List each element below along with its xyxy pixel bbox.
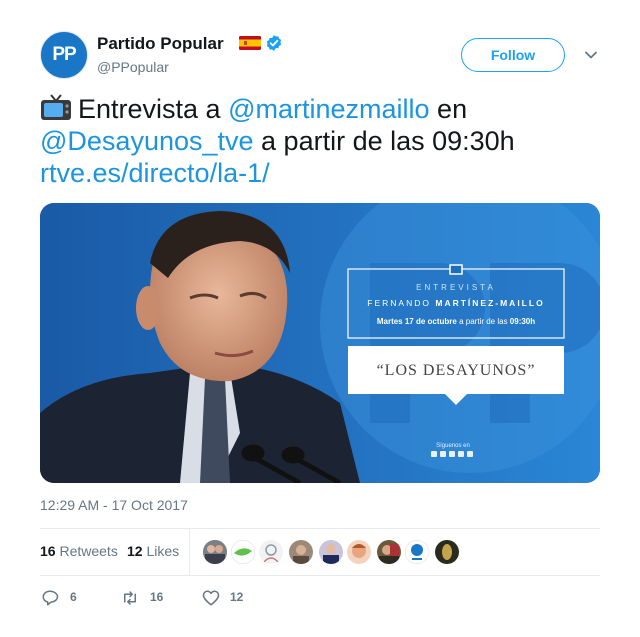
drawing-avatar-icon (259, 540, 283, 564)
media-date-rest: a partir de las (457, 317, 510, 326)
reply-icon[interactable] (41, 589, 59, 607)
liker-avatar[interactable] (319, 540, 343, 564)
likes-count: 12 (127, 543, 143, 559)
media-show-title: “LOS DESAYUNOS” (377, 362, 536, 379)
tv-emoji-icon (41, 94, 71, 120)
liker-avatar[interactable] (377, 540, 401, 564)
user-avatar-icon (435, 540, 459, 564)
divider (40, 528, 600, 529)
liker-avatar[interactable] (259, 540, 283, 564)
user-avatar-icon (203, 540, 227, 564)
media-guest-last: MARTÍNEZ-MAILLO (435, 298, 544, 308)
author-handle[interactable]: @PPopular (97, 59, 169, 75)
tweet-text-part: a partir de las 09:30h (253, 126, 515, 156)
media-guest: FERNANDO MARTÍNEZ-MAILLO (367, 298, 544, 308)
retweets-stat[interactable]: 16 Retweets (40, 543, 118, 559)
media-date-bold: Martes 17 de octubre (377, 317, 458, 326)
liker-avatar[interactable] (203, 540, 227, 564)
retweet-icon[interactable] (121, 589, 139, 607)
liker-avatar[interactable] (289, 540, 313, 564)
author-avatar[interactable]: PP (40, 31, 88, 79)
media-guest-first: FERNANDO (367, 298, 435, 308)
retweets-label: Retweets (55, 543, 118, 559)
avatar-text: PP (52, 44, 76, 65)
tweet-media-image[interactable]: ENTREVISTA FERNANDO MARTÍNEZ-MAILLO Mart… (40, 203, 600, 483)
follow-button[interactable]: Follow (461, 38, 565, 72)
tweet-text-part: Entrevista a (78, 94, 229, 124)
mention-link[interactable]: @Desayunos_tve (40, 126, 254, 156)
chevron-down-icon[interactable] (584, 48, 598, 62)
like-count: 12 (230, 590, 244, 604)
tweet-timestamp[interactable]: 12:29 AM - 17 Oct 2017 (40, 497, 188, 513)
liker-avatar[interactable] (231, 540, 255, 564)
mention-link[interactable]: @martinezmaillo (228, 94, 429, 124)
url-link[interactable]: rtve.es/directo/la-1/ (40, 158, 270, 188)
spain-flag-icon (239, 36, 261, 50)
leaf-logo-icon (231, 540, 255, 564)
tweet-text-part: en (429, 94, 468, 124)
media-date: Martes 17 de octubre a partir de las 09:… (377, 317, 535, 326)
liker-avatar[interactable] (435, 540, 459, 564)
retweet-count: 16 (150, 590, 164, 604)
user-avatar-icon (377, 540, 401, 564)
media-kicker: ENTREVISTA (416, 283, 496, 292)
liker-avatar[interactable] (347, 540, 371, 564)
verified-badge-icon (266, 35, 282, 51)
user-avatar-icon (319, 540, 343, 564)
tweet-text: Entrevista a @martinezmaillo en @Desayuno… (40, 93, 600, 189)
reply-count: 6 (70, 590, 77, 604)
pp-logo-icon (405, 540, 429, 564)
user-avatar-icon (347, 540, 371, 564)
heart-icon[interactable] (202, 589, 220, 607)
author-name[interactable]: Partido Popular (97, 34, 224, 54)
likes-stat[interactable]: 12 Likes (127, 543, 179, 559)
user-avatar-icon (289, 540, 313, 564)
retweets-count: 16 (40, 543, 56, 559)
media-follow-us: Síguenos en (436, 443, 470, 449)
media-time-bold: 09:30h (510, 317, 535, 326)
divider (40, 575, 600, 576)
liker-avatar[interactable] (405, 540, 429, 564)
divider (189, 529, 190, 575)
media-artwork: ENTREVISTA FERNANDO MARTÍNEZ-MAILLO Mart… (40, 203, 600, 483)
likes-label: Likes (142, 543, 180, 559)
